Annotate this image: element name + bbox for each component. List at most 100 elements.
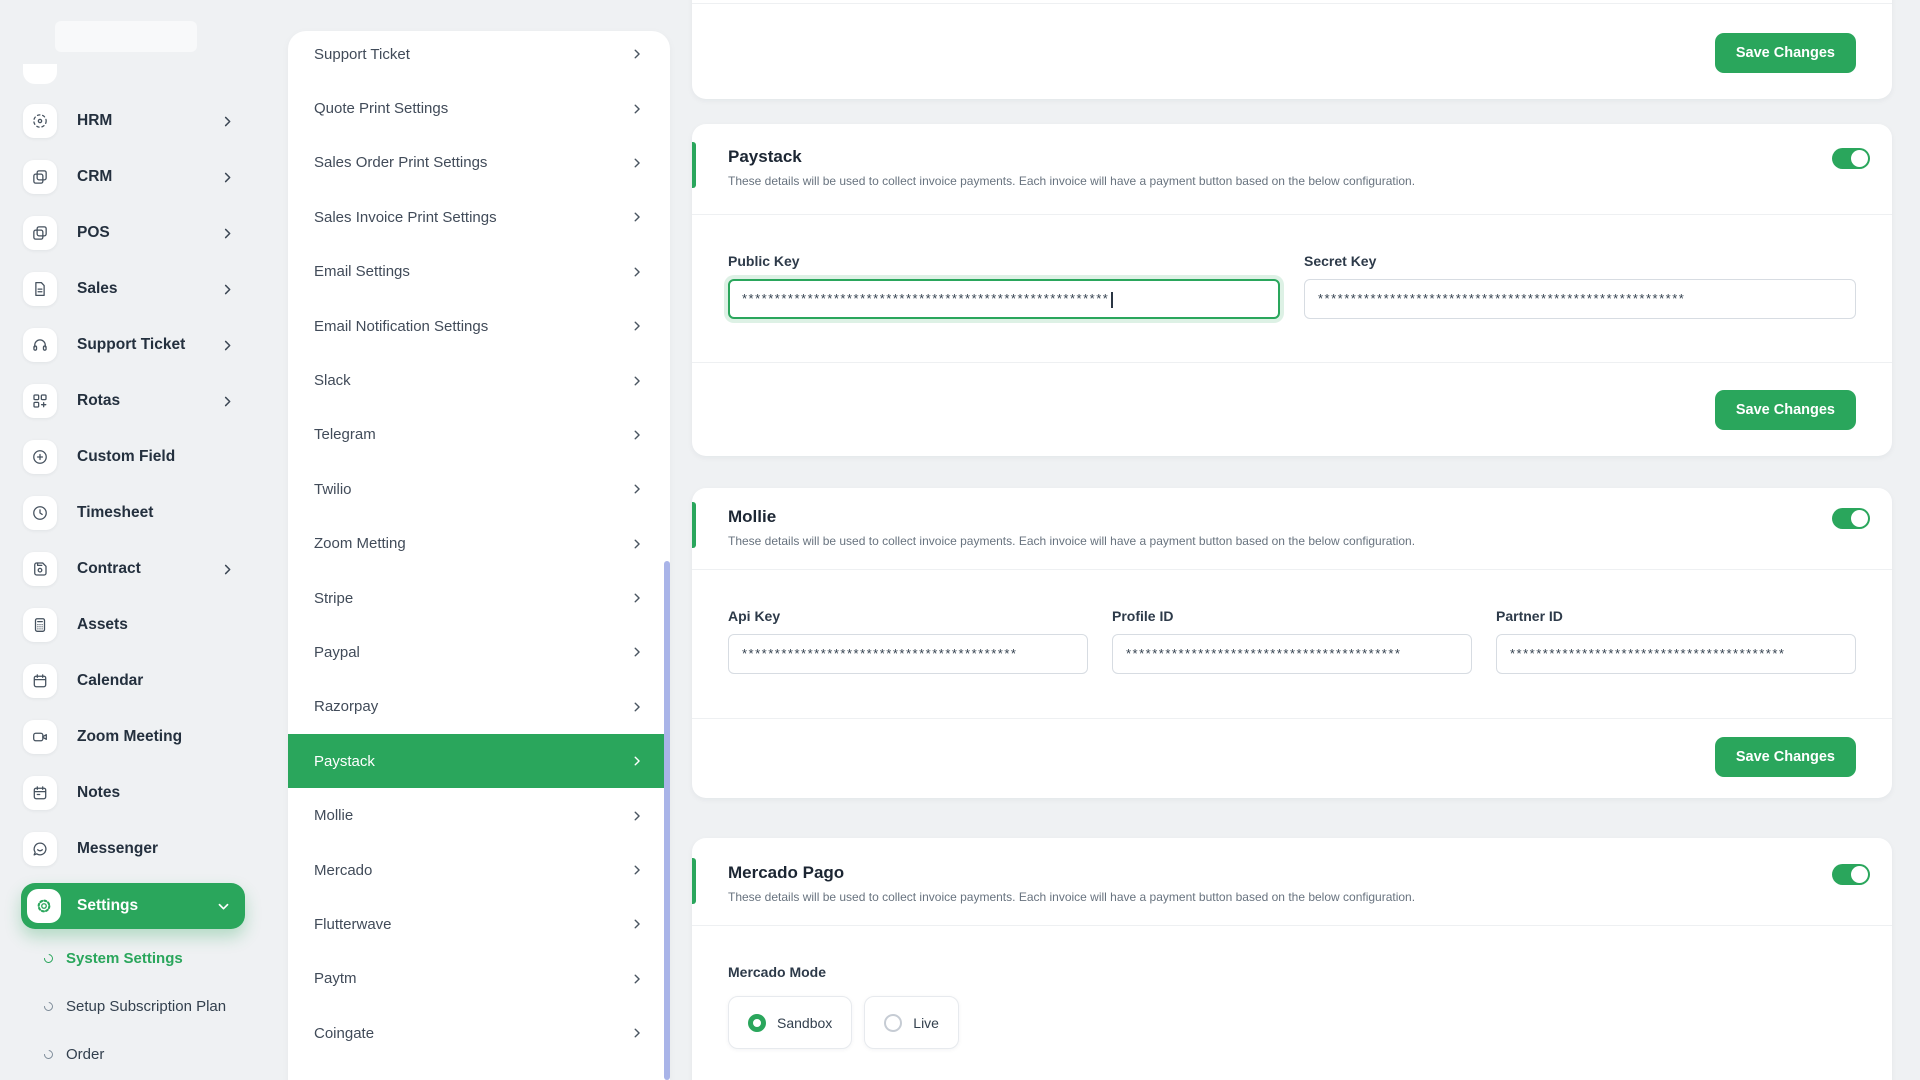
settings-menu-item[interactable]: Slack	[288, 353, 670, 407]
chevron-right-icon	[630, 645, 644, 659]
input-value: ****************************************…	[1126, 646, 1402, 661]
api-key-input[interactable]: ****************************************…	[728, 634, 1088, 674]
sidebar-item[interactable]: Messenger	[23, 832, 235, 866]
settings-menu-item-label: Slack	[314, 372, 351, 390]
toggle-knob	[1851, 150, 1868, 167]
settings-menu-item[interactable]: Stripe	[288, 571, 670, 625]
settings-menu-item[interactable]: Razorpay	[288, 680, 670, 734]
sidebar-item[interactable]: Rotas	[23, 384, 235, 418]
sidebar-item[interactable]: Calendar	[23, 664, 235, 698]
mercado-title: Mercado Pago	[728, 863, 845, 882]
sidebar-item-label: Sales	[77, 280, 118, 297]
accent-bar	[692, 502, 696, 548]
assets-icon	[23, 608, 57, 642]
sidebar-item[interactable]: Custom Field	[23, 440, 235, 474]
settings-menu-item-label: Razorpay	[314, 698, 379, 716]
settings-menu-item[interactable]: Zoom Metting	[288, 517, 670, 571]
mollie-toggle[interactable]	[1832, 508, 1870, 529]
contract-icon	[23, 552, 57, 586]
sidebar-item-label: Custom Field	[77, 448, 176, 465]
sidebar-item[interactable]: HRM	[23, 104, 235, 138]
settings-menu-item[interactable]: Paystack	[288, 734, 670, 789]
settings-menu-item[interactable]: Sales Order Print Settings	[288, 136, 670, 190]
sidebar-item[interactable]: Sales	[23, 272, 235, 306]
sidebar-item[interactable]: Zoom Meeting	[23, 720, 235, 754]
partial-sidebar-item	[23, 64, 57, 84]
sidebar-item[interactable]: CRM	[23, 160, 235, 194]
input-value: ****************************************…	[1510, 646, 1786, 661]
chevron-right-icon	[220, 394, 235, 409]
settings-menu-item[interactable]: Coingate	[288, 1006, 670, 1060]
mollie-title: Mollie	[728, 507, 777, 526]
secret-key-field: Secret Key *****************************…	[1304, 253, 1856, 319]
settings-menu-scrollbar[interactable]	[664, 561, 670, 1080]
save-changes-button[interactable]: Save Changes	[1714, 737, 1856, 777]
sidebar-subitem-label: Order	[66, 1045, 105, 1063]
bullet-icon	[42, 951, 55, 965]
chevron-right-icon	[220, 282, 235, 297]
live-option[interactable]: Live	[864, 996, 959, 1049]
settings-menu-item[interactable]: Sales Invoice Print Settings	[288, 190, 670, 244]
save-changes-button[interactable]: Save Changes	[1714, 33, 1856, 73]
radio-selected-icon	[748, 1013, 766, 1032]
settings-menu-item[interactable]: Email Settings	[288, 245, 670, 299]
chevron-right-icon	[630, 700, 644, 714]
sidebar-item-settings[interactable]: Settings	[21, 883, 245, 929]
sidebar-item[interactable]: Support Ticket	[23, 328, 235, 362]
divider	[692, 3, 1892, 4]
mercado-pago-card: Mercado Pago These details will be used …	[692, 838, 1892, 1080]
chevron-right-icon	[220, 338, 235, 353]
app-page: HRM CRM POS Sales Support Ticket Rotas C…	[0, 0, 1920, 1080]
settings-menu-item[interactable]: Paypal	[288, 625, 670, 679]
notes-icon	[23, 776, 57, 810]
settings-menu-item-label: Telegram	[314, 426, 376, 444]
chevron-right-icon	[630, 482, 644, 496]
settings-menu-item[interactable]: Support Ticket	[288, 31, 670, 81]
sidebar-subitem[interactable]: System Settings	[0, 934, 270, 982]
option-label: Sandbox	[777, 1014, 833, 1031]
sidebar-subitem[interactable]: Setup Subscription Plan	[0, 982, 270, 1030]
sidebar-item-label: HRM	[77, 112, 113, 129]
settings-menu-item[interactable]: Mercado	[288, 843, 670, 897]
settings-menu-list: Support Ticket Quote Print Settings Sale…	[288, 31, 670, 1080]
sidebar-subitem[interactable]: Order	[0, 1030, 270, 1078]
secret-key-input[interactable]: ****************************************…	[1304, 279, 1856, 319]
settings-children: System Settings Setup Subscription Plan …	[0, 934, 270, 1078]
field-label: Partner ID	[1496, 608, 1563, 624]
sidebar-item[interactable]: Notes	[23, 776, 235, 810]
chevron-right-icon	[630, 537, 644, 551]
settings-menu-item[interactable]: Email Notification Settings	[288, 299, 670, 353]
mollie-body: Api Key ********************************…	[692, 570, 1892, 719]
partner-id-input[interactable]: ****************************************…	[1496, 634, 1856, 674]
radio-unselected-icon	[884, 1013, 903, 1032]
input-value: ****************************************…	[742, 646, 1018, 661]
settings-menu-item[interactable]: Skrill	[288, 1060, 670, 1080]
sidebar-item[interactable]: Timesheet	[23, 496, 235, 530]
profile-id-field: Profile ID *****************************…	[1112, 608, 1472, 674]
settings-menu-item[interactable]: Telegram	[288, 408, 670, 462]
mercado-toggle[interactable]	[1832, 864, 1870, 885]
mercado-mode-options: Sandbox Live	[728, 996, 1856, 1049]
chevron-right-icon	[220, 170, 235, 185]
settings-menu-item[interactable]: Quote Print Settings	[288, 81, 670, 135]
settings-menu-item[interactable]: Paytm	[288, 952, 670, 1006]
public-key-input[interactable]: ****************************************…	[728, 279, 1280, 319]
profile-id-input[interactable]: ****************************************…	[1112, 634, 1472, 674]
calendar-icon	[23, 664, 57, 698]
sales-icon	[23, 272, 57, 306]
settings-menu-item-label: Mollie	[314, 807, 354, 825]
sandbox-option[interactable]: Sandbox	[728, 996, 853, 1049]
sidebar-item[interactable]: Assets	[23, 608, 235, 642]
input-value: ****************************************…	[1318, 291, 1686, 306]
paystack-title: Paystack	[728, 147, 802, 166]
settings-menu-item[interactable]: Flutterwave	[288, 897, 670, 951]
sidebar-item[interactable]: Contract	[23, 552, 235, 586]
settings-menu-item[interactable]: Twilio	[288, 462, 670, 516]
mercado-mode-label: Mercado Mode	[728, 964, 827, 980]
sidebar-item[interactable]: POS	[23, 216, 235, 250]
chevron-right-icon	[630, 863, 644, 877]
settings-menu-item[interactable]: Mollie	[288, 788, 670, 842]
crm-icon	[23, 160, 57, 194]
paystack-toggle[interactable]	[1832, 148, 1870, 169]
save-changes-button[interactable]: Save Changes	[1714, 390, 1856, 430]
